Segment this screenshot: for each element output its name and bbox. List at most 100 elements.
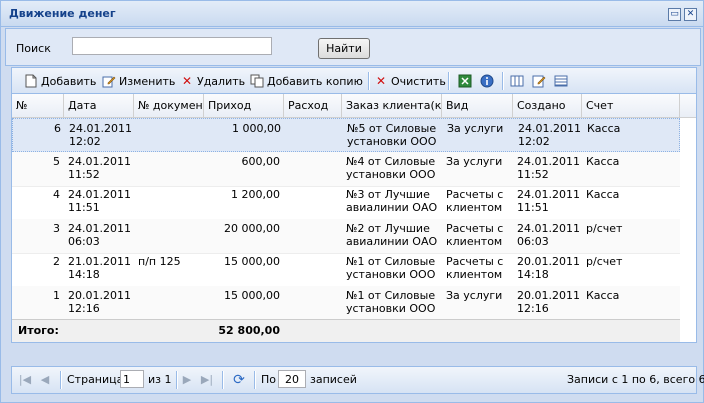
info-button[interactable] [480, 73, 497, 89]
pager-separator [176, 371, 178, 389]
cell-account: р/счет [586, 221, 623, 235]
cell-income: 20 000,00 [224, 221, 280, 235]
pager-separator [60, 371, 62, 389]
money-grid: № Дата № документ Приход Расход Заказ кл… [11, 93, 697, 343]
cell-date: 21.01.2011 14:18 [68, 255, 131, 281]
clear-label: Очистить [391, 74, 446, 88]
cell-income: 600,00 [241, 154, 281, 168]
cell-num: 1 [53, 288, 60, 302]
column-header-account[interactable]: Счет [582, 94, 680, 117]
close-icon[interactable]: ✕ [684, 8, 697, 21]
header-filler [680, 94, 696, 117]
toolbar-separator [448, 72, 450, 90]
form-edit-icon [532, 74, 546, 88]
table-row[interactable]: 6 24.01.2011 12:02 1 000,00 №5 от Силовые у… [12, 118, 680, 152]
delete-button[interactable]: ✕ Удалить [180, 73, 245, 89]
cell-order: №5 от Силовые установки ООО [347, 122, 437, 148]
cell-order: №2 от Лучшие авиалинии ОАО [346, 221, 438, 248]
minimize-icon[interactable]: ▭ [668, 8, 681, 21]
cell-income: 1 200,00 [231, 188, 280, 201]
edit-icon [102, 74, 116, 88]
cell-kind: За услуги [447, 122, 504, 135]
find-button[interactable]: Найти [318, 38, 370, 59]
cell-num: 2 [53, 255, 60, 268]
cell-num: 4 [53, 188, 60, 201]
table-row[interactable]: 5 24.01.2011 11:52 600,00 №4 от Силовые уст… [12, 151, 680, 187]
edit-button[interactable]: Изменить [102, 73, 175, 89]
page-number-input[interactable] [120, 370, 144, 388]
add-copy-label: Добавить копию [267, 74, 363, 88]
cell-date: 24.01.2011 12:02 [69, 122, 132, 148]
table-row[interactable]: 3 24.01.2011 06:03 20 000,00 №2 от Лучшие а… [12, 218, 680, 254]
cell-num: 6 [54, 122, 61, 135]
add-copy-button[interactable]: Добавить копию [250, 73, 363, 89]
table-icon [554, 74, 568, 88]
excel-icon [458, 74, 472, 88]
cell-created: 20.01.2011 14:18 [517, 255, 580, 281]
grid-header: № Дата № документ Приход Расход Заказ кл… [12, 94, 696, 118]
info-icon [480, 74, 494, 88]
cell-date: 24.01.2011 11:52 [68, 154, 131, 181]
last-page-icon[interactable]: ▶| [200, 372, 214, 388]
column-header-num[interactable]: № [12, 94, 64, 117]
prev-page-icon[interactable]: ◀ [38, 372, 52, 388]
cell-order: №4 от Силовые установки ООО [346, 154, 436, 181]
column-header-document[interactable]: № документ [134, 94, 204, 117]
cell-account: р/счет [586, 255, 623, 268]
cell-num: 3 [53, 221, 60, 235]
clear-button[interactable]: ✕ Очистить [374, 73, 446, 89]
table-row[interactable]: 2 21.01.2011 14:18 п/п 125 15 000,00 №1 от С… [12, 252, 680, 287]
column-header-kind[interactable]: Вид [442, 94, 513, 117]
cell-date: 24.01.2011 11:51 [68, 188, 131, 214]
search-input[interactable] [72, 37, 272, 55]
per-page-input[interactable] [278, 370, 306, 388]
edit-form-button[interactable] [532, 73, 549, 89]
cell-income: 15 000,00 [224, 288, 280, 302]
records-label: записей [310, 373, 357, 386]
cell-account: Касса [587, 122, 621, 135]
table-view-button[interactable] [554, 73, 571, 89]
columns-icon [510, 74, 524, 88]
cell-income: 1 000,00 [232, 122, 281, 135]
cell-account: Касса [586, 154, 620, 168]
cell-order: №1 от Силовые установки ООО [346, 255, 436, 281]
table-row[interactable]: 1 20.01.2011 12:16 15 000,00 №1 от Силовые … [12, 285, 680, 321]
paging-toolbar: |◀ ◀ Страница из 1 ▶ ▶| ⟳ По записей Зап… [11, 366, 704, 394]
column-header-created[interactable]: Создано [513, 94, 582, 117]
cell-created: 24.01.2011 11:51 [517, 188, 580, 214]
cell-num: 5 [53, 154, 60, 168]
window-title: Движение денег [9, 7, 116, 20]
toolbar-separator [502, 72, 504, 90]
records-status: Записи с 1 по 6, всего 6 [567, 373, 704, 386]
cell-created: 24.01.2011 11:52 [517, 154, 580, 181]
grid-toolbar: Добавить Изменить ✕ Удалить Добавить коп… [11, 67, 697, 94]
refresh-icon[interactable]: ⟳ [232, 372, 246, 388]
column-header-expense[interactable]: Расход [284, 94, 342, 117]
first-page-icon[interactable]: |◀ [18, 372, 32, 388]
cell-kind: За услуги [446, 154, 503, 168]
cell-doc: п/п 125 [138, 255, 181, 268]
export-excel-button[interactable] [458, 73, 475, 89]
pager-separator [222, 371, 224, 389]
table-row[interactable]: 4 24.01.2011 11:51 1 200,00 №3 от Лучшие ав… [12, 185, 680, 220]
next-page-icon[interactable]: ▶ [180, 372, 194, 388]
edit-label: Изменить [119, 74, 176, 88]
window-titlebar[interactable]: Движение денег ▭ ✕ [1, 1, 703, 27]
cell-kind: Расчеты с клиентом [446, 255, 504, 281]
columns-button[interactable] [510, 73, 527, 89]
cell-account: Касса [586, 288, 620, 302]
pager-separator [254, 371, 256, 389]
page-count-label: из 1 [148, 373, 172, 386]
column-header-income[interactable]: Приход [204, 94, 284, 117]
cell-income: 15 000,00 [224, 255, 280, 268]
page-label: Страница [67, 373, 124, 386]
cell-order: №1 от Силовые установки ООО [346, 288, 436, 315]
cell-kind: Расчеты с клиентом [446, 221, 504, 248]
column-header-order[interactable]: Заказ клиента(кон [342, 94, 442, 117]
cell-created: 20.01.2011 12:16 [517, 288, 580, 315]
total-row: Итого: 52 800,00 [12, 319, 680, 342]
add-button[interactable]: Добавить [24, 73, 96, 89]
total-label: Итого: [18, 324, 59, 337]
cell-date: 24.01.2011 06:03 [68, 221, 131, 248]
column-header-date[interactable]: Дата [64, 94, 134, 117]
